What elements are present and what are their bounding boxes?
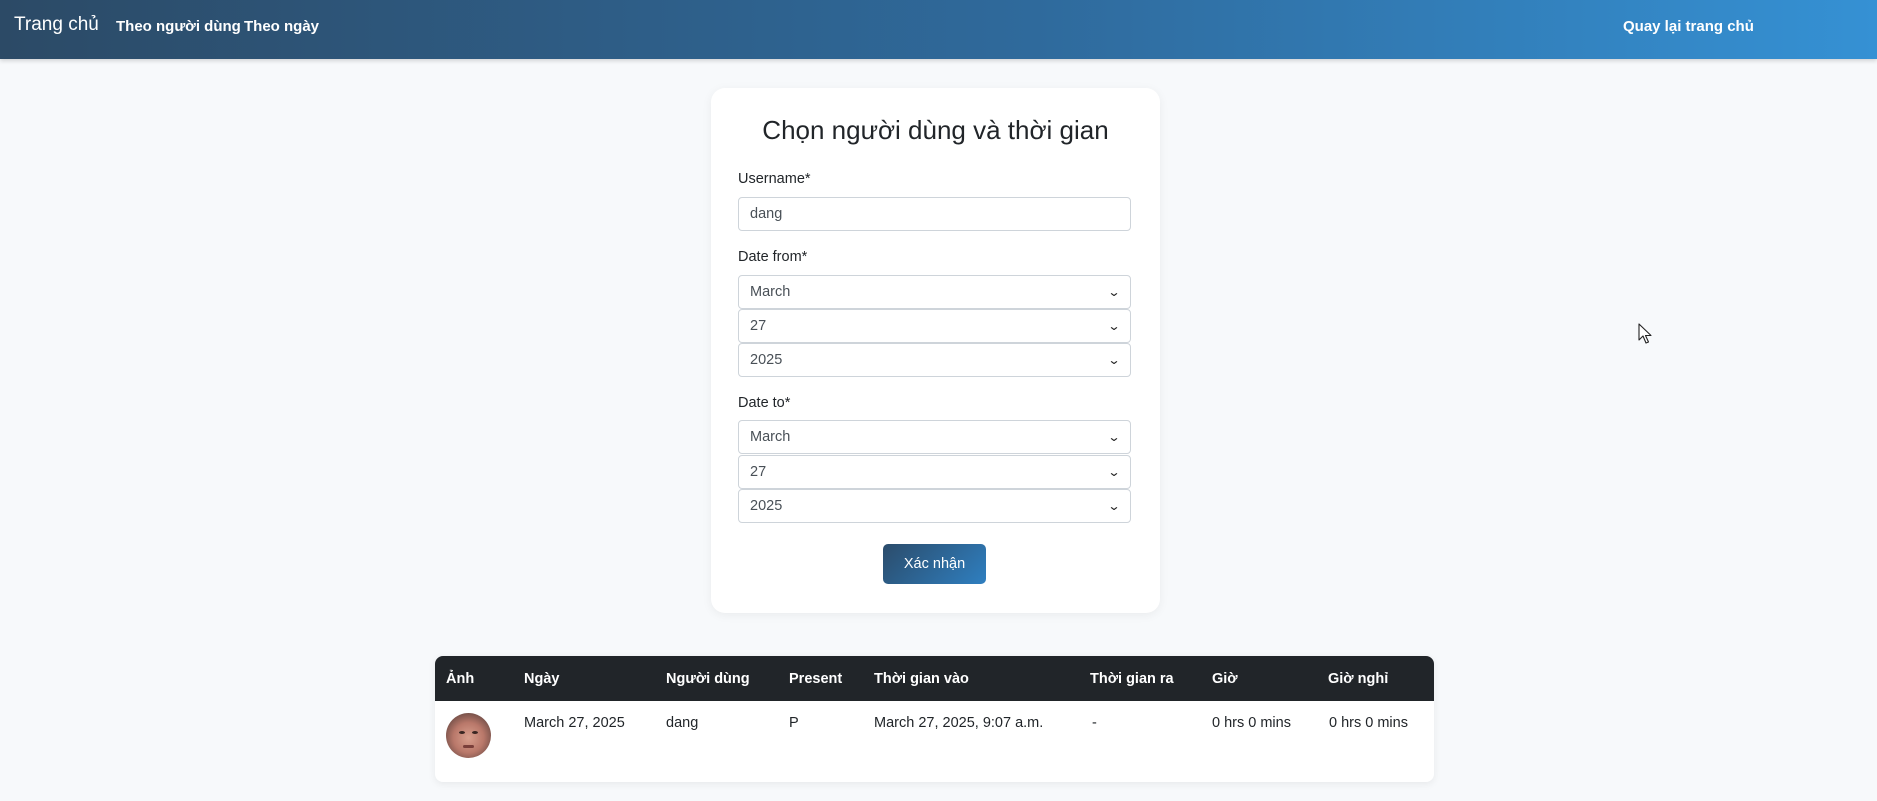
- header-date: Ngày: [524, 671, 560, 687]
- chevron-down-icon: ⌄: [1107, 353, 1121, 367]
- header-user: Người dùng: [666, 671, 750, 687]
- nav-by-day-link[interactable]: Theo ngày: [244, 18, 319, 35]
- username-input[interactable]: dang: [738, 197, 1131, 231]
- header-present: Present: [789, 671, 843, 687]
- date-to-year-value: 2025: [750, 498, 783, 514]
- cell-hours: 0 hrs 0 mins: [1212, 715, 1291, 731]
- date-to-label: Date to*: [738, 395, 791, 411]
- cell-date: March 27, 2025: [524, 715, 625, 731]
- back-home-link[interactable]: Quay lại trang chủ: [1623, 18, 1754, 35]
- date-to-day-value: 27: [750, 464, 767, 480]
- avatar: [446, 713, 491, 758]
- top-navbar: Trang chủ Theo người dùng Theo ngày Quay…: [0, 0, 1877, 59]
- nav-by-user-link[interactable]: Theo người dùng: [116, 18, 241, 35]
- header-time-in: Thời gian vào: [874, 671, 969, 687]
- cell-time-out: -: [1092, 715, 1097, 731]
- header-hours: Giờ: [1212, 671, 1238, 687]
- date-from-label: Date from*: [738, 249, 808, 265]
- date-from-month-select[interactable]: March ⌄: [738, 275, 1131, 309]
- table-header: Ảnh Ngày Người dùng Present Thời gian và…: [435, 656, 1434, 701]
- date-from-year-select[interactable]: 2025 ⌄: [738, 343, 1131, 377]
- form-title: Chọn người dùng và thời gian: [762, 115, 1109, 145]
- cell-break: 0 hrs 0 mins: [1329, 715, 1408, 731]
- username-value: dang: [750, 206, 783, 222]
- cell-user: dang: [666, 715, 699, 731]
- mouse-pointer-icon: [1638, 323, 1652, 344]
- cell-present: P: [789, 715, 799, 731]
- chevron-down-icon: ⌄: [1107, 430, 1121, 444]
- date-to-month-select[interactable]: March ⌄: [738, 420, 1131, 454]
- cell-time-in: March 27, 2025, 9:07 a.m.: [874, 715, 1044, 731]
- username-label: Username*: [738, 171, 811, 187]
- date-from-day-select[interactable]: 27 ⌄: [738, 309, 1131, 343]
- chevron-down-icon: ⌄: [1107, 285, 1121, 299]
- chevron-down-icon: ⌄: [1107, 319, 1121, 333]
- attendance-table: Ảnh Ngày Người dùng Present Thời gian và…: [435, 656, 1434, 782]
- date-from-year-value: 2025: [750, 352, 783, 368]
- date-from-month-value: March: [750, 284, 791, 300]
- header-break: Giờ nghỉ: [1328, 671, 1389, 687]
- brand-home-link[interactable]: Trang chủ: [14, 14, 99, 36]
- date-to-year-select[interactable]: 2025 ⌄: [738, 489, 1131, 523]
- header-photo: Ảnh: [446, 671, 475, 687]
- header-time-out: Thời gian ra: [1090, 671, 1174, 687]
- submit-button[interactable]: Xác nhận: [883, 544, 986, 584]
- date-to-day-select[interactable]: 27 ⌄: [738, 455, 1131, 489]
- chevron-down-icon: ⌄: [1107, 499, 1121, 513]
- date-from-day-value: 27: [750, 318, 767, 334]
- date-to-month-value: March: [750, 429, 791, 445]
- chevron-down-icon: ⌄: [1107, 465, 1121, 479]
